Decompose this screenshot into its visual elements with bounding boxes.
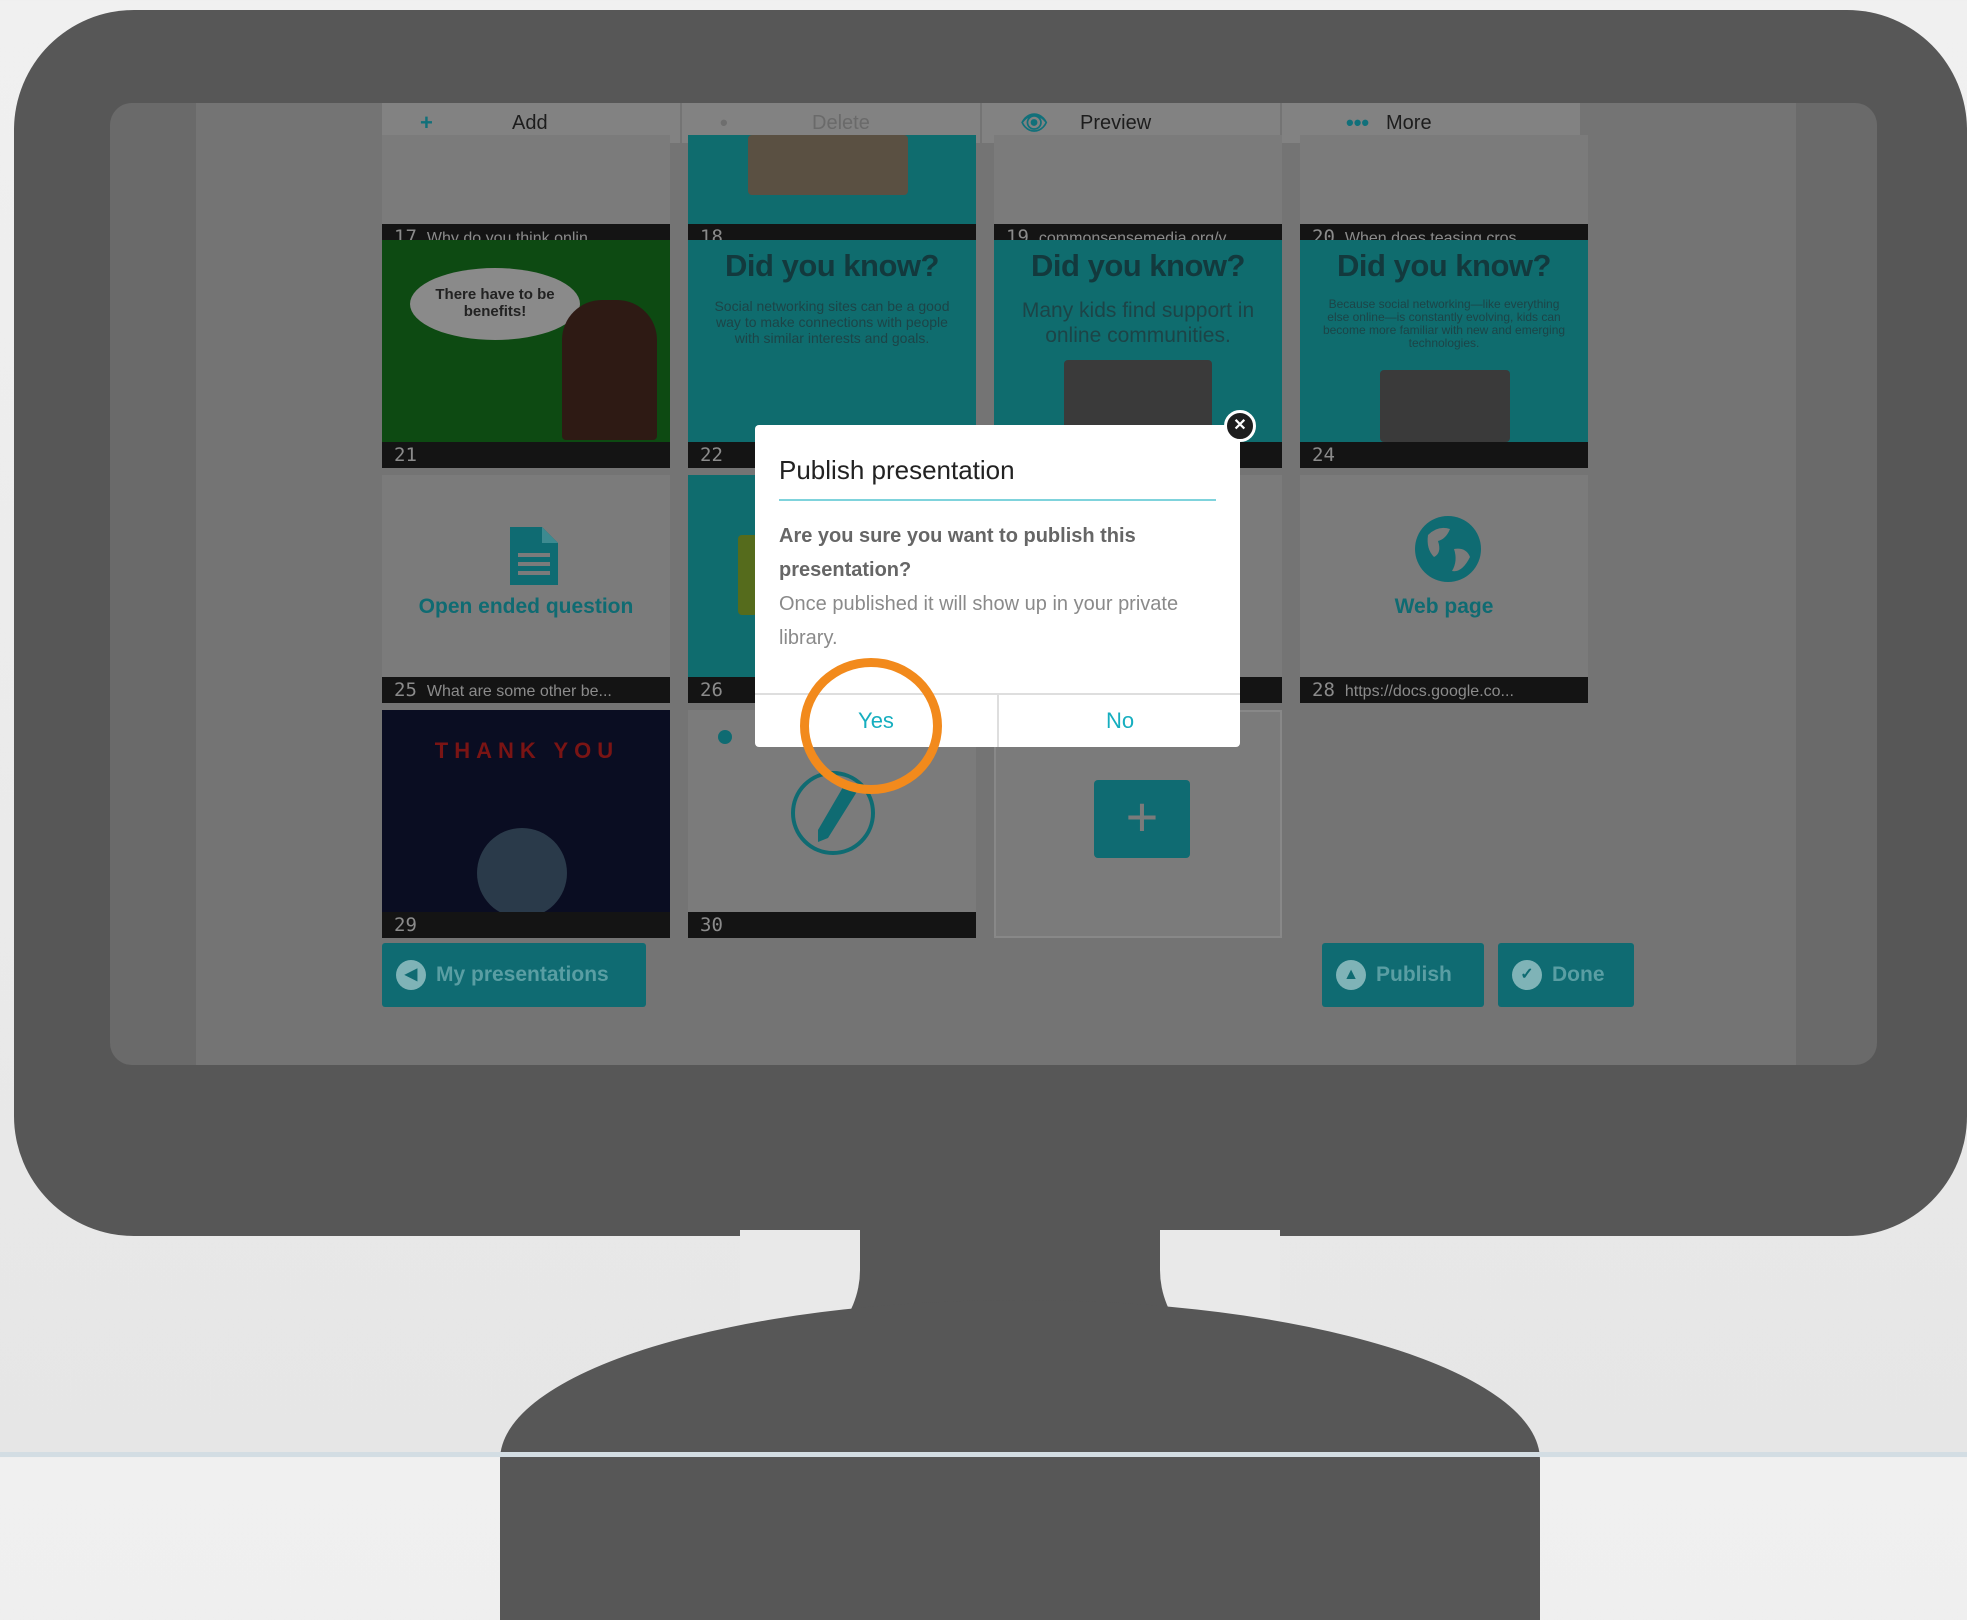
- earth-image: [477, 828, 567, 918]
- slide-photo: [748, 135, 908, 195]
- widget-label: Open ended question: [418, 595, 634, 618]
- slide-text: Many kids find support in online communi…: [1021, 299, 1255, 347]
- thank-you-balloons: THANK YOU: [434, 738, 620, 763]
- publish-button[interactable]: ▲ Publish: [1322, 943, 1484, 1007]
- slide-number: 22: [700, 444, 723, 466]
- slide-text: Because social networking—like everythin…: [1322, 297, 1566, 350]
- close-icon[interactable]: ✕: [1224, 410, 1256, 442]
- slide-thumbnail-18[interactable]: 18: [688, 135, 976, 250]
- no-button[interactable]: No: [999, 695, 1241, 747]
- new-slide-icon: +: [1094, 780, 1190, 858]
- info-icon: [718, 730, 732, 744]
- globe-icon: [1415, 516, 1481, 582]
- slide-thumbnail-29[interactable]: THANK YOU 29: [382, 710, 670, 938]
- slide-caption-text: https://docs.google.co...: [1344, 683, 1514, 700]
- dialog-question: Are you sure you want to publish this pr…: [779, 525, 1136, 581]
- publish-label: Publish: [1376, 963, 1452, 986]
- monitor-stand: [500, 1300, 1540, 1620]
- slide-photo: [1380, 370, 1510, 442]
- slide-caption-text: What are some other be...: [426, 683, 612, 700]
- back-arrow-icon: ◀: [396, 960, 426, 991]
- slide-number: 26: [700, 679, 723, 701]
- slide-number: 24: [1312, 444, 1335, 466]
- floor-line: [0, 1452, 1967, 1457]
- slide-thumbnail-28[interactable]: Web page 28 https://docs.google.co...: [1300, 475, 1588, 703]
- widget-label: Web page: [1394, 595, 1494, 618]
- slide-number: 25: [394, 679, 417, 701]
- dialog-note: Once published it will show up in your p…: [779, 593, 1179, 649]
- slide-text: Social networking sites can be a good wa…: [714, 298, 950, 346]
- slide-caption: 29: [382, 912, 670, 938]
- boy-photo: [562, 300, 657, 440]
- slide-title: Did you know?: [1337, 248, 1551, 283]
- slide-caption: 28 https://docs.google.co...: [1300, 677, 1588, 703]
- thought-bubble: There have to be benefits!: [410, 268, 580, 340]
- slide-number: 30: [700, 914, 723, 936]
- slide-thumbnail-21[interactable]: There have to be benefits! 21: [382, 240, 670, 468]
- slide-thumbnail-17[interactable]: 17 Why do you think onlin...: [382, 135, 670, 250]
- done-button[interactable]: ✓ Done: [1498, 943, 1634, 1007]
- document-icon: [510, 527, 558, 585]
- slide-thumbnail-25[interactable]: Open ended question 25 What are some othe…: [382, 475, 670, 703]
- upload-arrow-icon: ▲: [1336, 960, 1366, 991]
- slide-caption: 21: [382, 442, 670, 468]
- checkmark-icon: ✓: [1512, 960, 1542, 991]
- dialog-title-underline: [779, 499, 1216, 501]
- slide-title: Did you know?: [725, 248, 939, 283]
- slide-thumbnail-19[interactable]: 19 commonsensemedia.org/v...: [994, 135, 1282, 250]
- slide-title: Did you know?: [1031, 248, 1245, 283]
- slide-caption: 25 What are some other be...: [382, 677, 670, 703]
- slide-number: 28: [1312, 679, 1335, 701]
- slide-thumbnail-24[interactable]: Did you know? Because social networking—…: [1300, 240, 1588, 468]
- dialog-title: Publish presentation: [779, 455, 1015, 485]
- slide-caption: 30: [688, 912, 976, 938]
- slide-number: 29: [394, 914, 417, 936]
- my-presentations-button[interactable]: ◀ My presentations: [382, 943, 646, 1007]
- yes-highlight-circle: [800, 658, 942, 794]
- slide-caption: 24: [1300, 442, 1588, 468]
- slide-thumbnail-20[interactable]: 20 When does teasing cros...: [1300, 135, 1588, 250]
- my-presentations-label: My presentations: [436, 963, 609, 986]
- slide-number: 21: [394, 444, 417, 466]
- done-label: Done: [1552, 963, 1605, 986]
